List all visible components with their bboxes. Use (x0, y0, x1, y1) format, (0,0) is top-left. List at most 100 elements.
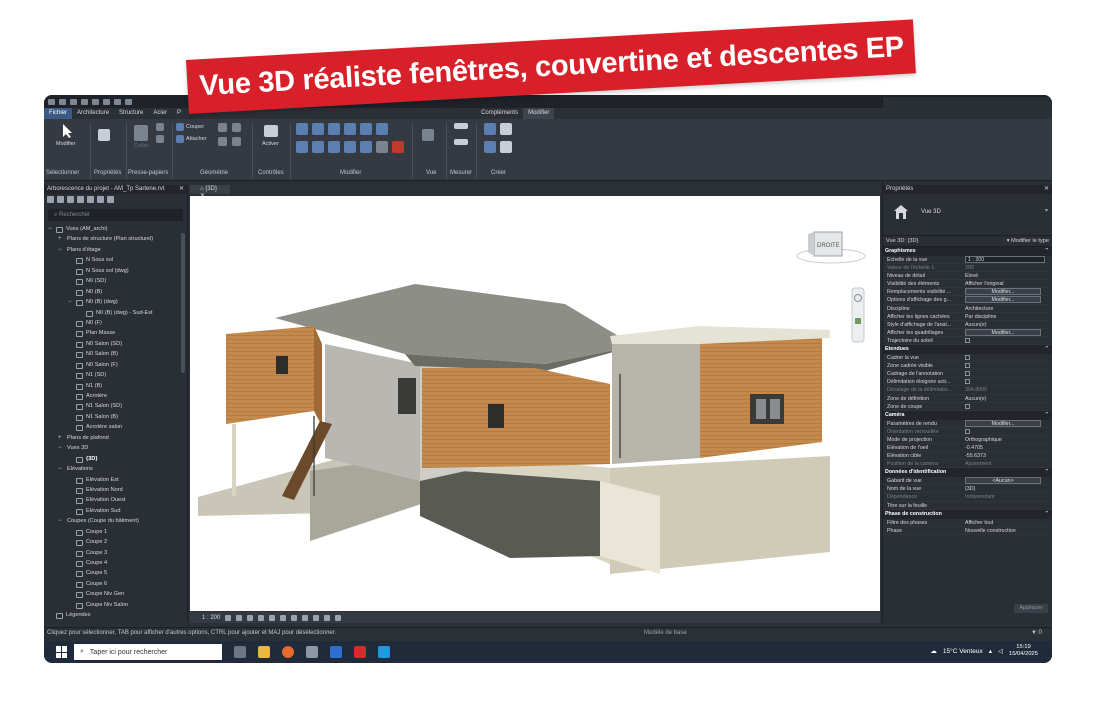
array-icon[interactable] (344, 141, 356, 153)
mirror-axis-icon[interactable] (328, 123, 340, 135)
property-edit-button[interactable]: Modifier... (965, 288, 1041, 296)
browser-tool-icon[interactable] (97, 196, 104, 203)
browser-tool-icon[interactable] (87, 196, 94, 203)
create-parts-icon[interactable] (500, 123, 512, 135)
collapse-icon[interactable]: − (58, 516, 62, 526)
property-value[interactable]: Elevé (965, 273, 978, 279)
browser-tool-icon[interactable] (47, 196, 54, 203)
collapse-icon[interactable]: − (58, 464, 62, 474)
navigation-bar[interactable] (851, 287, 865, 343)
property-value[interactable]: {3D} (965, 486, 975, 492)
select-cursor-icon[interactable] (60, 123, 74, 139)
reveal-icon[interactable] (324, 614, 331, 621)
join-button[interactable]: Attacher (186, 136, 206, 142)
clock[interactable]: 15:19 15/04/2025 (1009, 644, 1038, 658)
browser-tree-item[interactable]: Coupe 3 (44, 548, 187, 558)
browser-tree-item[interactable]: N0 (F) (44, 318, 187, 328)
weather-icon[interactable]: ☁ (930, 647, 937, 655)
browser-tree-item[interactable]: Plan Masse (44, 328, 187, 338)
property-section-header[interactable]: Etendues ⌃ (883, 345, 1052, 355)
property-checkbox[interactable] (965, 371, 970, 377)
browser-tree-item[interactable]: Elévation Sud (44, 506, 187, 516)
split-face-icon[interactable] (232, 123, 241, 132)
group-selectionner[interactable]: Sélectionner (46, 170, 79, 176)
dimension-icon[interactable] (454, 139, 468, 145)
lock-view-icon[interactable] (302, 614, 309, 621)
active-model[interactable]: Modèle de base (644, 630, 687, 636)
property-value[interactable]: Par discipline (965, 314, 997, 320)
chevron-down-icon[interactable]: ▾ (1007, 238, 1010, 244)
join-icon[interactable] (176, 135, 184, 143)
taskbar-search[interactable]: ⌕ Taper ici pour rechercher (74, 644, 222, 660)
wall-join-icon[interactable] (218, 123, 227, 132)
browser-tree-item[interactable]: Coupe 1 (44, 527, 187, 537)
copy-elem-icon[interactable] (312, 141, 324, 153)
tab-p[interactable]: P (172, 108, 186, 119)
browser-tree-item[interactable]: N0 (B) (44, 287, 187, 297)
instance-filter-value[interactable]: Vue 3D: {3D} (886, 238, 918, 244)
mirror-draw-icon[interactable] (344, 123, 356, 135)
show-crop-icon[interactable] (291, 614, 298, 621)
browser-tool-icon[interactable] (67, 196, 74, 203)
property-value[interactable]: Orthographique (965, 437, 1002, 443)
undo-icon[interactable] (92, 98, 99, 105)
volume-icon[interactable]: ◁ (998, 647, 1003, 655)
property-section-header[interactable]: Caméra ⌃ (883, 410, 1052, 420)
browser-tree-item[interactable]: + Plans de structure (Plan structurel) (44, 234, 187, 244)
collapse-icon[interactable]: − (68, 297, 72, 307)
browser-tree-item[interactable]: N0 (SD) (44, 276, 187, 286)
expand-icon[interactable]: + (58, 433, 62, 443)
chevron-up-icon[interactable]: ⌃ (1045, 345, 1049, 354)
browser-tree-item[interactable]: − Coupes (Coupe du bâtiment) (44, 516, 187, 526)
property-section-header[interactable]: Graphismes ⌃ (883, 247, 1052, 256)
property-value[interactable]: -55.6373 (965, 453, 986, 459)
open-icon[interactable] (59, 98, 66, 105)
property-input[interactable]: 1 : 200 (965, 256, 1045, 263)
zoom-icon[interactable] (855, 318, 861, 324)
tab-structure[interactable]: Structure (114, 108, 148, 119)
collapse-icon[interactable]: − (58, 245, 62, 255)
save-icon[interactable] (70, 98, 77, 105)
apply-button[interactable]: Appliquer (1014, 604, 1048, 613)
browser-tree-item[interactable]: Acrotère salon (44, 422, 187, 432)
property-edit-button[interactable]: Modifier... (965, 328, 1041, 336)
task-view-icon[interactable] (234, 646, 246, 658)
property-value[interactable]: -0.4705 (965, 445, 983, 451)
chevron-up-icon[interactable]: ⌃ (1045, 468, 1049, 477)
instance-filter[interactable]: Vue 3D: {3D} ▾ Modifier le type (883, 236, 1052, 247)
crop-icon[interactable] (280, 614, 287, 621)
browser-scrollbar[interactable] (181, 233, 185, 373)
sync-icon[interactable] (81, 98, 88, 105)
windows-start-icon[interactable] (56, 646, 68, 658)
collapse-icon[interactable]: − (48, 224, 52, 234)
browser-tree-item[interactable]: Coupe Niv Salon (44, 600, 187, 610)
tab-architecture[interactable]: Architecture (72, 108, 114, 119)
property-checkbox[interactable] (965, 403, 970, 409)
tab-fichier[interactable]: Fichier (44, 108, 73, 119)
browser-tree-item[interactable]: N1 Salon (B) (44, 412, 187, 422)
browser-tree-item[interactable]: Coupe Niv Gen (44, 589, 187, 599)
rotate-icon[interactable] (328, 141, 340, 153)
property-value[interactable]: Afficher tout (965, 520, 993, 526)
temp-properties-icon[interactable] (335, 614, 342, 621)
create-assembly-icon[interactable] (484, 123, 496, 135)
browser-tree-item[interactable]: Coupe 5 (44, 568, 187, 578)
property-value[interactable]: Aucun(e) (965, 322, 987, 328)
selection-filter[interactable]: ▼:0 (1031, 630, 1042, 636)
close-icon[interactable]: ✕ (179, 185, 184, 192)
scale-icon[interactable] (360, 141, 372, 153)
chevron-down-icon[interactable]: ▾ (1045, 207, 1048, 214)
tab-modifier[interactable]: Modifier (523, 108, 555, 119)
3d-canvas[interactable]: DROITE (190, 196, 880, 611)
property-section-header[interactable]: Phase de construction ⌃ (883, 509, 1052, 519)
browser-tree-item[interactable]: N0 (B) (dwg) - Sud-Est (44, 308, 187, 318)
create-similar-icon[interactable] (500, 141, 512, 153)
property-value[interactable]: Afficher l'original (965, 281, 1004, 287)
property-checkbox[interactable] (965, 363, 970, 369)
offset-icon[interactable] (312, 123, 324, 135)
align-icon[interactable] (296, 123, 308, 135)
property-value[interactable]: Aucun(e) (965, 396, 987, 402)
file-explorer-icon[interactable] (258, 646, 270, 658)
browser-tree-item[interactable]: Légendes (44, 610, 187, 620)
activate-icon[interactable] (264, 125, 278, 137)
